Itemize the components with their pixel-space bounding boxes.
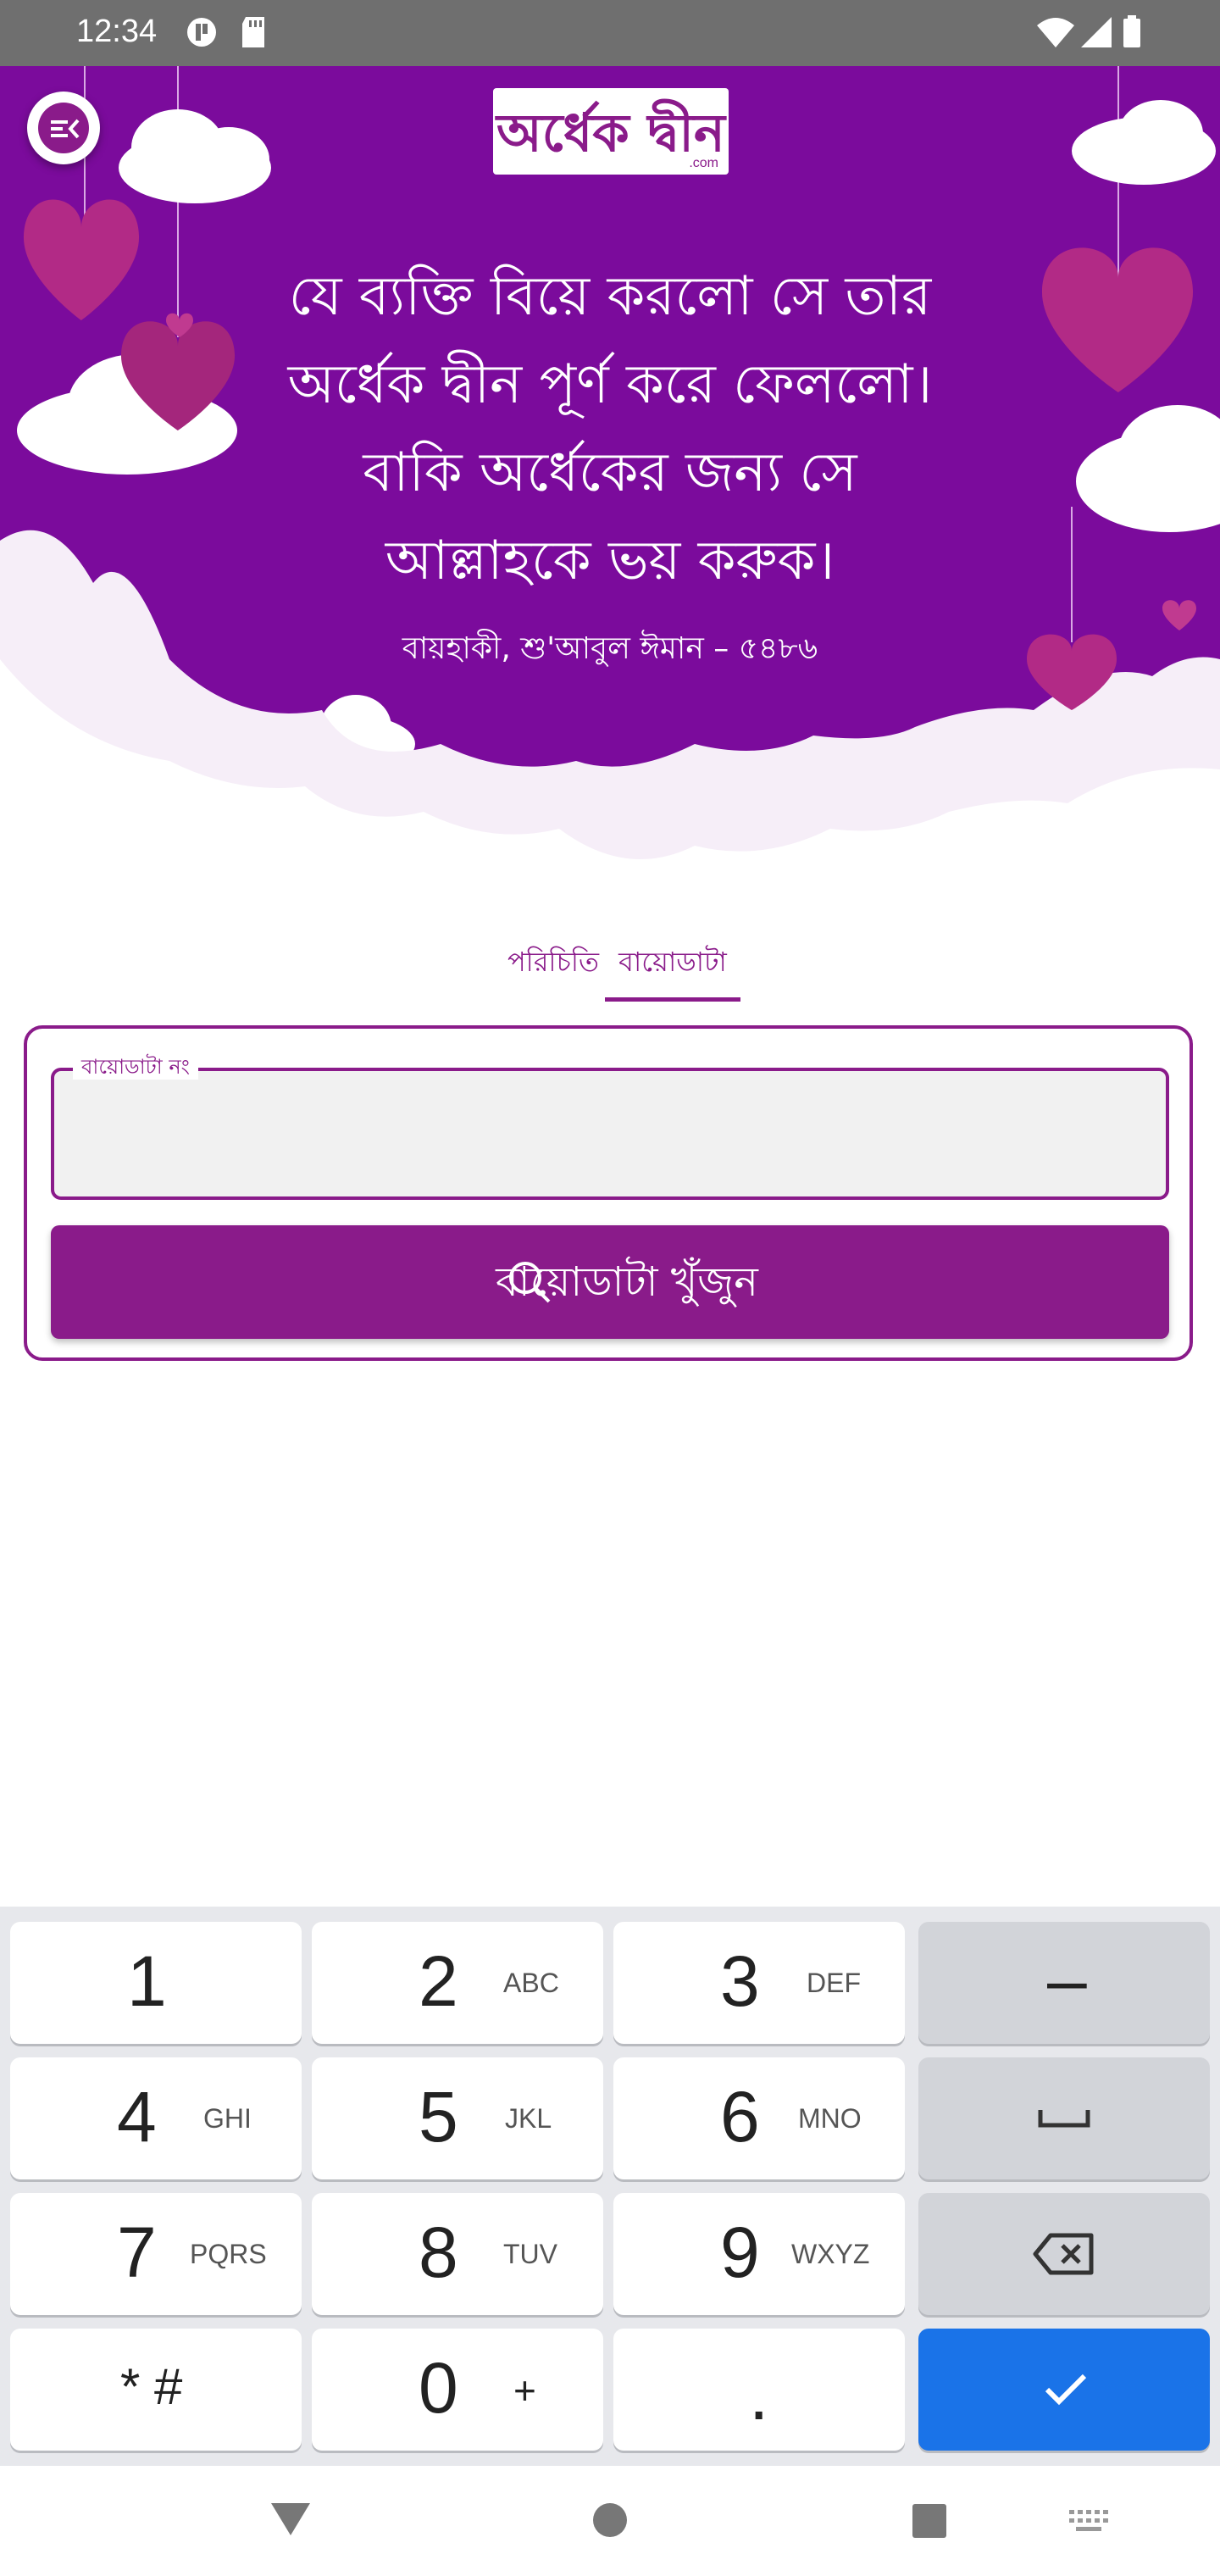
home-icon[interactable] xyxy=(591,2501,629,2539)
key-0[interactable]: 0 + xyxy=(312,2329,603,2451)
checkmark-icon xyxy=(1045,2373,1087,2406)
key-letters: PQRS xyxy=(190,2239,267,2269)
logo-domain: .com xyxy=(689,156,718,170)
biodata-number-label: বায়োডাটা নং xyxy=(73,1054,199,1080)
quote-line: অর্ধেক দ্বীন পূর্ণ করে ফেললো। xyxy=(287,353,933,416)
recents-icon[interactable] xyxy=(912,2503,947,2539)
backspace-icon xyxy=(1033,2233,1094,2275)
key-1[interactable]: 1 xyxy=(10,1922,302,2044)
key-letters: + xyxy=(513,2368,536,2412)
key-number: 5 xyxy=(419,2077,458,2157)
key-letters: ABC xyxy=(503,1968,559,1998)
key-number: 3 xyxy=(720,1941,760,2021)
status-time: 12:34 xyxy=(76,14,158,49)
menu-open-icon xyxy=(38,103,89,153)
search-biodata-button[interactable]: বায়োডাটা খুঁজুন xyxy=(51,1225,1169,1339)
key-number: 1 xyxy=(127,1941,167,2021)
key-6[interactable]: 6 MNO xyxy=(613,2057,905,2179)
key-dash[interactable]: – xyxy=(918,1922,1210,2044)
quote-line: বাকি অর্ধেকের জন্য সে xyxy=(363,441,857,504)
app-notification-icon xyxy=(185,15,219,53)
key-backspace[interactable] xyxy=(918,2193,1210,2315)
hadith-quote: যে ব্যক্তি বিয়ে করলো সে তার অর্ধেক দ্বী… xyxy=(186,253,1034,605)
status-bar: 12:34 xyxy=(0,0,1220,66)
key-letters: GHI xyxy=(203,2103,252,2134)
key-9[interactable]: 9 WXYZ xyxy=(613,2193,905,2315)
key-number: 4 xyxy=(117,2077,157,2157)
key-period[interactable]: . xyxy=(613,2329,905,2451)
key-number: 9 xyxy=(720,2212,760,2292)
key-enter[interactable] xyxy=(918,2329,1210,2451)
key-2[interactable]: 2 ABC xyxy=(312,1922,603,2044)
wifi-icon xyxy=(1035,15,1076,53)
tab-biodata[interactable]: বায়োডাটা xyxy=(605,941,740,1002)
biodata-number-input[interactable] xyxy=(54,1071,1166,1196)
system-nav-bar xyxy=(0,2466,1220,2576)
site-logo[interactable]: অর্ধেক দ্বীন .com xyxy=(493,88,729,175)
space-icon xyxy=(1038,2110,1090,2128)
key-letters: DEF xyxy=(807,1968,861,1998)
back-icon[interactable] xyxy=(269,2501,312,2537)
key-letters: TUV xyxy=(503,2239,557,2269)
key-letters: WXYZ xyxy=(791,2239,870,2269)
sd-card-icon xyxy=(239,15,268,53)
search-button-label: বায়োডাটা খুঁজুন xyxy=(496,1258,758,1306)
key-letters: MNO xyxy=(798,2103,862,2134)
menu-button[interactable] xyxy=(27,92,100,164)
quote-line: আল্লাহকে ভয় করুক। xyxy=(385,530,835,592)
numeric-keyboard: 1 2 ABC 3 DEF – 4 GHI 5 JKL 6 MNO 7 PQRS… xyxy=(0,1907,1220,2466)
key-number: 6 xyxy=(720,2077,760,2157)
key-number: 2 xyxy=(419,1941,458,2021)
signal-icon xyxy=(1079,15,1113,53)
key-number: 8 xyxy=(419,2212,458,2292)
key-5[interactable]: 5 JKL xyxy=(312,2057,603,2179)
key-number: 0 xyxy=(419,2348,458,2428)
key-number: – xyxy=(1047,1940,1087,2019)
battery-icon xyxy=(1122,15,1142,53)
key-star-hash[interactable]: * # xyxy=(10,2329,302,2451)
key-letters: JKL xyxy=(505,2103,552,2134)
key-3[interactable]: 3 DEF xyxy=(613,1922,905,2044)
key-8[interactable]: 8 TUV xyxy=(312,2193,603,2315)
key-space[interactable] xyxy=(918,2057,1210,2179)
quote-line: যে ব্যক্তি বিয়ে করলো সে তার xyxy=(288,265,932,328)
tab-bar: পরিচিতি বায়োডাটা xyxy=(0,932,1220,1002)
keyboard-switch-icon[interactable] xyxy=(1069,2510,1108,2534)
key-number: * # xyxy=(120,2358,183,2415)
key-number: . xyxy=(749,2355,769,2434)
tab-introduction[interactable]: পরিচিতি xyxy=(490,941,617,991)
key-7[interactable]: 7 PQRS xyxy=(10,2193,302,2315)
biodata-number-field[interactable] xyxy=(51,1068,1169,1200)
hero-banner: অর্ধেক দ্বীন .com যে ব্যক্তি বিয়ে করলো … xyxy=(0,66,1220,913)
key-number: 7 xyxy=(117,2212,157,2292)
quote-source: বায়হাকী, শু'আবুল ঈমান – ৫৪৮৬ xyxy=(402,631,818,666)
key-4[interactable]: 4 GHI xyxy=(10,2057,302,2179)
